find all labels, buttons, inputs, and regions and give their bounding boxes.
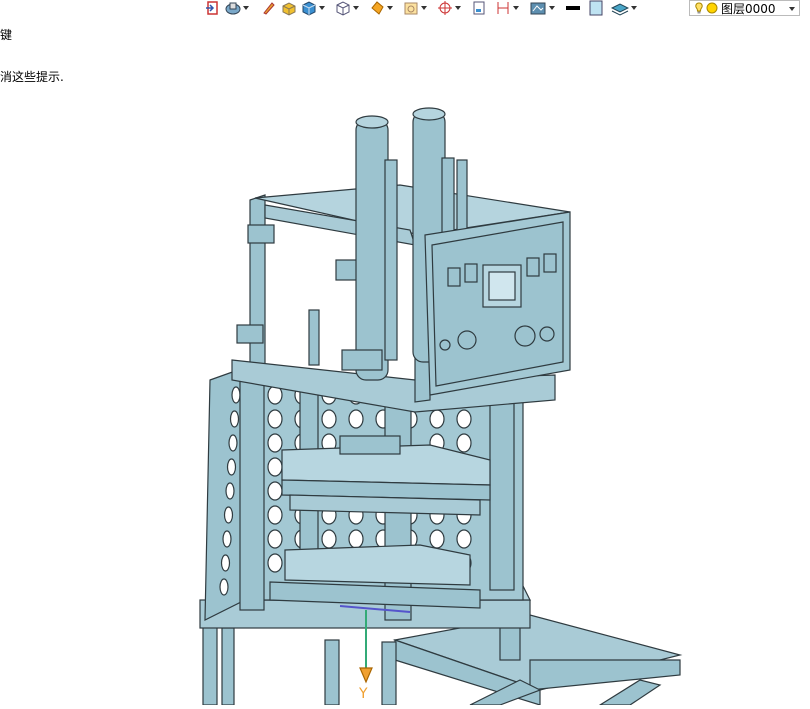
chevron-down-icon: [455, 6, 461, 10]
chevron-down-icon: [387, 6, 393, 10]
camera-icon: [404, 2, 418, 15]
chevron-down-icon: [243, 6, 249, 10]
panel-hole: [348, 529, 364, 549]
panel-hole: [219, 578, 229, 596]
chevron-down-icon: [789, 7, 795, 11]
control-box: [424, 211, 571, 396]
chevron-down-icon: [549, 6, 555, 10]
panel-hole: [321, 529, 337, 549]
panel-hole: [229, 410, 240, 428]
axis-y-label: Y: [358, 686, 368, 702]
panel-hole: [267, 529, 283, 549]
toolbar: [205, 0, 637, 16]
panel-hole: [226, 458, 237, 476]
solid-button[interactable]: [301, 0, 325, 16]
layers-icon: [611, 3, 629, 16]
color-light-swatch: [589, 0, 603, 16]
chevron-down-icon: [353, 6, 359, 10]
panel-hole: [231, 386, 241, 404]
snap-button[interactable]: [437, 0, 461, 16]
render-button[interactable]: [529, 0, 555, 16]
model-viewport[interactable]: Y: [0, 22, 810, 706]
panel-hole: [267, 505, 283, 525]
panel-hole: [348, 409, 364, 429]
dimension-icon: [497, 2, 509, 14]
panel-hole: [225, 482, 235, 500]
chevron-down-icon: [513, 6, 519, 10]
panel-hole: [267, 457, 283, 477]
panel-hole: [267, 409, 283, 429]
panel-hole: [456, 529, 472, 549]
cube-wire-icon: [336, 1, 350, 16]
panel-hole: [220, 554, 231, 572]
render-icon: [530, 2, 546, 15]
layer-state-icon: [706, 2, 718, 14]
sketch-button[interactable]: [261, 0, 277, 16]
color-black-swatch: [566, 6, 580, 10]
cube-solid-icon: [302, 1, 316, 16]
layer-select[interactable]: 图层0000: [689, 0, 800, 16]
pencil-icon: [263, 2, 275, 15]
exit-button[interactable]: [205, 0, 221, 16]
dimension-button[interactable]: [495, 0, 519, 16]
layer-label: 图层0000: [721, 1, 776, 16]
panel-hole: [267, 433, 283, 453]
machine-model: Y: [199, 107, 683, 706]
panel-hole: [228, 434, 238, 452]
view-orient-button[interactable]: [225, 0, 249, 16]
panel-hole: [267, 553, 283, 573]
camera-button[interactable]: [403, 0, 427, 16]
panel-hole: [223, 506, 234, 524]
fill-color-button[interactable]: [589, 0, 603, 16]
sphere-icon: [371, 1, 384, 15]
panel-hole: [456, 409, 472, 429]
chevron-down-icon: [319, 6, 325, 10]
lightbulb-icon: [695, 2, 703, 14]
crosshair-icon: [438, 1, 452, 15]
chevron-down-icon: [631, 6, 637, 10]
panel-hole: [429, 529, 445, 549]
panel-hole: [456, 433, 472, 453]
page-icon: [473, 1, 485, 15]
exit-icon: [206, 1, 218, 15]
panel-hole: [267, 481, 283, 501]
panel-hole: [222, 530, 232, 548]
box-button[interactable]: [281, 0, 297, 16]
layers-button[interactable]: [611, 0, 637, 16]
panel-hole: [429, 409, 445, 429]
view-orient-icon: [225, 2, 241, 15]
panel-hole: [321, 409, 337, 429]
shape-button[interactable]: [369, 0, 393, 16]
box-icon: [282, 2, 296, 16]
chevron-down-icon: [421, 6, 427, 10]
line-color-button[interactable]: [565, 0, 581, 16]
page-button[interactable]: [471, 0, 487, 16]
wireframe-button[interactable]: [335, 0, 359, 16]
